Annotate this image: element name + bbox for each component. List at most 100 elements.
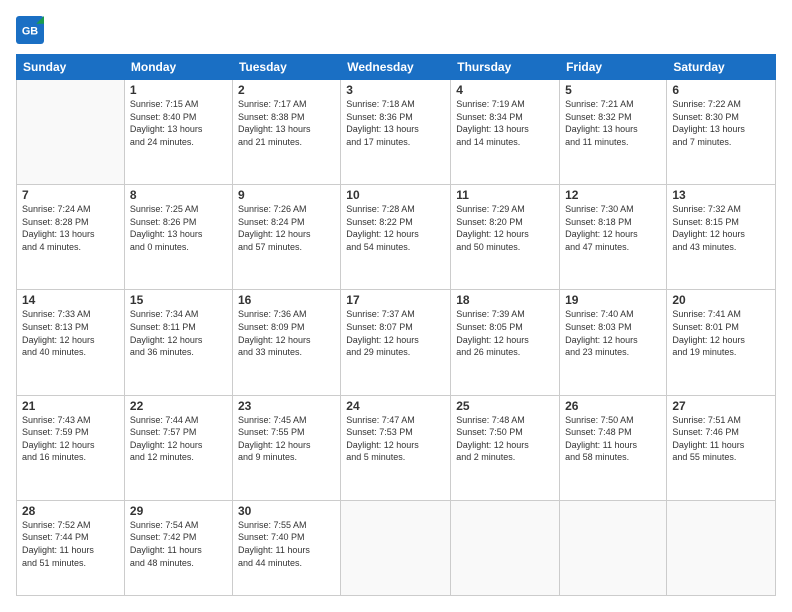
day-number: 30 xyxy=(238,504,335,518)
day-cell: 8Sunrise: 7:25 AM Sunset: 8:26 PM Daylig… xyxy=(124,185,232,290)
day-cell: 28Sunrise: 7:52 AM Sunset: 7:44 PM Dayli… xyxy=(17,500,125,595)
day-number: 19 xyxy=(565,293,661,307)
day-cell: 19Sunrise: 7:40 AM Sunset: 8:03 PM Dayli… xyxy=(560,290,667,395)
day-info: Sunrise: 7:47 AM Sunset: 7:53 PM Dayligh… xyxy=(346,414,445,464)
week-row-4: 21Sunrise: 7:43 AM Sunset: 7:59 PM Dayli… xyxy=(17,395,776,500)
day-cell: 22Sunrise: 7:44 AM Sunset: 7:57 PM Dayli… xyxy=(124,395,232,500)
day-number: 15 xyxy=(130,293,227,307)
day-cell: 2Sunrise: 7:17 AM Sunset: 8:38 PM Daylig… xyxy=(232,80,340,185)
day-number: 29 xyxy=(130,504,227,518)
week-row-5: 28Sunrise: 7:52 AM Sunset: 7:44 PM Dayli… xyxy=(17,500,776,595)
day-number: 25 xyxy=(456,399,554,413)
calendar-page: GB SundayMondayTuesdayWednesdayThursdayF… xyxy=(0,0,792,612)
day-cell: 3Sunrise: 7:18 AM Sunset: 8:36 PM Daylig… xyxy=(341,80,451,185)
day-cell: 14Sunrise: 7:33 AM Sunset: 8:13 PM Dayli… xyxy=(17,290,125,395)
day-cell: 7Sunrise: 7:24 AM Sunset: 8:28 PM Daylig… xyxy=(17,185,125,290)
day-number: 23 xyxy=(238,399,335,413)
day-cell: 4Sunrise: 7:19 AM Sunset: 8:34 PM Daylig… xyxy=(451,80,560,185)
day-info: Sunrise: 7:44 AM Sunset: 7:57 PM Dayligh… xyxy=(130,414,227,464)
day-cell: 18Sunrise: 7:39 AM Sunset: 8:05 PM Dayli… xyxy=(451,290,560,395)
weekday-header-saturday: Saturday xyxy=(667,55,776,80)
calendar-table: SundayMondayTuesdayWednesdayThursdayFrid… xyxy=(16,54,776,596)
day-cell xyxy=(451,500,560,595)
day-number: 9 xyxy=(238,188,335,202)
weekday-header-monday: Monday xyxy=(124,55,232,80)
day-info: Sunrise: 7:15 AM Sunset: 8:40 PM Dayligh… xyxy=(130,98,227,148)
day-number: 2 xyxy=(238,83,335,97)
day-info: Sunrise: 7:28 AM Sunset: 8:22 PM Dayligh… xyxy=(346,203,445,253)
day-info: Sunrise: 7:24 AM Sunset: 8:28 PM Dayligh… xyxy=(22,203,119,253)
day-info: Sunrise: 7:32 AM Sunset: 8:15 PM Dayligh… xyxy=(672,203,770,253)
day-cell: 30Sunrise: 7:55 AM Sunset: 7:40 PM Dayli… xyxy=(232,500,340,595)
day-number: 13 xyxy=(672,188,770,202)
day-cell: 12Sunrise: 7:30 AM Sunset: 8:18 PM Dayli… xyxy=(560,185,667,290)
week-row-3: 14Sunrise: 7:33 AM Sunset: 8:13 PM Dayli… xyxy=(17,290,776,395)
day-number: 5 xyxy=(565,83,661,97)
day-cell xyxy=(341,500,451,595)
day-number: 28 xyxy=(22,504,119,518)
day-cell: 26Sunrise: 7:50 AM Sunset: 7:48 PM Dayli… xyxy=(560,395,667,500)
week-row-1: 1Sunrise: 7:15 AM Sunset: 8:40 PM Daylig… xyxy=(17,80,776,185)
day-cell: 21Sunrise: 7:43 AM Sunset: 7:59 PM Dayli… xyxy=(17,395,125,500)
weekday-header-tuesday: Tuesday xyxy=(232,55,340,80)
day-info: Sunrise: 7:29 AM Sunset: 8:20 PM Dayligh… xyxy=(456,203,554,253)
day-info: Sunrise: 7:39 AM Sunset: 8:05 PM Dayligh… xyxy=(456,308,554,358)
day-info: Sunrise: 7:48 AM Sunset: 7:50 PM Dayligh… xyxy=(456,414,554,464)
day-cell: 9Sunrise: 7:26 AM Sunset: 8:24 PM Daylig… xyxy=(232,185,340,290)
day-info: Sunrise: 7:30 AM Sunset: 8:18 PM Dayligh… xyxy=(565,203,661,253)
day-cell: 20Sunrise: 7:41 AM Sunset: 8:01 PM Dayli… xyxy=(667,290,776,395)
day-number: 21 xyxy=(22,399,119,413)
weekday-header-wednesday: Wednesday xyxy=(341,55,451,80)
day-info: Sunrise: 7:21 AM Sunset: 8:32 PM Dayligh… xyxy=(565,98,661,148)
day-number: 27 xyxy=(672,399,770,413)
day-number: 3 xyxy=(346,83,445,97)
day-info: Sunrise: 7:45 AM Sunset: 7:55 PM Dayligh… xyxy=(238,414,335,464)
day-info: Sunrise: 7:18 AM Sunset: 8:36 PM Dayligh… xyxy=(346,98,445,148)
day-info: Sunrise: 7:33 AM Sunset: 8:13 PM Dayligh… xyxy=(22,308,119,358)
weekday-header-friday: Friday xyxy=(560,55,667,80)
day-number: 17 xyxy=(346,293,445,307)
day-cell: 23Sunrise: 7:45 AM Sunset: 7:55 PM Dayli… xyxy=(232,395,340,500)
svg-text:GB: GB xyxy=(22,26,38,38)
day-number: 18 xyxy=(456,293,554,307)
weekday-header-row: SundayMondayTuesdayWednesdayThursdayFrid… xyxy=(17,55,776,80)
day-number: 22 xyxy=(130,399,227,413)
day-number: 10 xyxy=(346,188,445,202)
day-number: 4 xyxy=(456,83,554,97)
day-cell: 29Sunrise: 7:54 AM Sunset: 7:42 PM Dayli… xyxy=(124,500,232,595)
day-info: Sunrise: 7:19 AM Sunset: 8:34 PM Dayligh… xyxy=(456,98,554,148)
day-cell: 13Sunrise: 7:32 AM Sunset: 8:15 PM Dayli… xyxy=(667,185,776,290)
day-info: Sunrise: 7:55 AM Sunset: 7:40 PM Dayligh… xyxy=(238,519,335,569)
day-info: Sunrise: 7:37 AM Sunset: 8:07 PM Dayligh… xyxy=(346,308,445,358)
day-number: 6 xyxy=(672,83,770,97)
day-info: Sunrise: 7:50 AM Sunset: 7:48 PM Dayligh… xyxy=(565,414,661,464)
day-info: Sunrise: 7:25 AM Sunset: 8:26 PM Dayligh… xyxy=(130,203,227,253)
day-cell: 25Sunrise: 7:48 AM Sunset: 7:50 PM Dayli… xyxy=(451,395,560,500)
day-cell: 17Sunrise: 7:37 AM Sunset: 8:07 PM Dayli… xyxy=(341,290,451,395)
day-info: Sunrise: 7:17 AM Sunset: 8:38 PM Dayligh… xyxy=(238,98,335,148)
day-number: 26 xyxy=(565,399,661,413)
day-info: Sunrise: 7:51 AM Sunset: 7:46 PM Dayligh… xyxy=(672,414,770,464)
day-number: 12 xyxy=(565,188,661,202)
day-cell xyxy=(17,80,125,185)
day-cell: 10Sunrise: 7:28 AM Sunset: 8:22 PM Dayli… xyxy=(341,185,451,290)
day-info: Sunrise: 7:41 AM Sunset: 8:01 PM Dayligh… xyxy=(672,308,770,358)
day-cell: 6Sunrise: 7:22 AM Sunset: 8:30 PM Daylig… xyxy=(667,80,776,185)
weekday-header-thursday: Thursday xyxy=(451,55,560,80)
day-number: 20 xyxy=(672,293,770,307)
day-number: 11 xyxy=(456,188,554,202)
day-cell: 24Sunrise: 7:47 AM Sunset: 7:53 PM Dayli… xyxy=(341,395,451,500)
day-info: Sunrise: 7:36 AM Sunset: 8:09 PM Dayligh… xyxy=(238,308,335,358)
day-number: 1 xyxy=(130,83,227,97)
day-info: Sunrise: 7:40 AM Sunset: 8:03 PM Dayligh… xyxy=(565,308,661,358)
day-cell xyxy=(560,500,667,595)
day-info: Sunrise: 7:54 AM Sunset: 7:42 PM Dayligh… xyxy=(130,519,227,569)
day-cell: 5Sunrise: 7:21 AM Sunset: 8:32 PM Daylig… xyxy=(560,80,667,185)
page-header: GB xyxy=(16,16,776,44)
day-cell: 11Sunrise: 7:29 AM Sunset: 8:20 PM Dayli… xyxy=(451,185,560,290)
day-cell: 15Sunrise: 7:34 AM Sunset: 8:11 PM Dayli… xyxy=(124,290,232,395)
day-info: Sunrise: 7:43 AM Sunset: 7:59 PM Dayligh… xyxy=(22,414,119,464)
logo-icon: GB xyxy=(16,16,44,44)
day-cell: 27Sunrise: 7:51 AM Sunset: 7:46 PM Dayli… xyxy=(667,395,776,500)
logo: GB xyxy=(16,16,48,44)
